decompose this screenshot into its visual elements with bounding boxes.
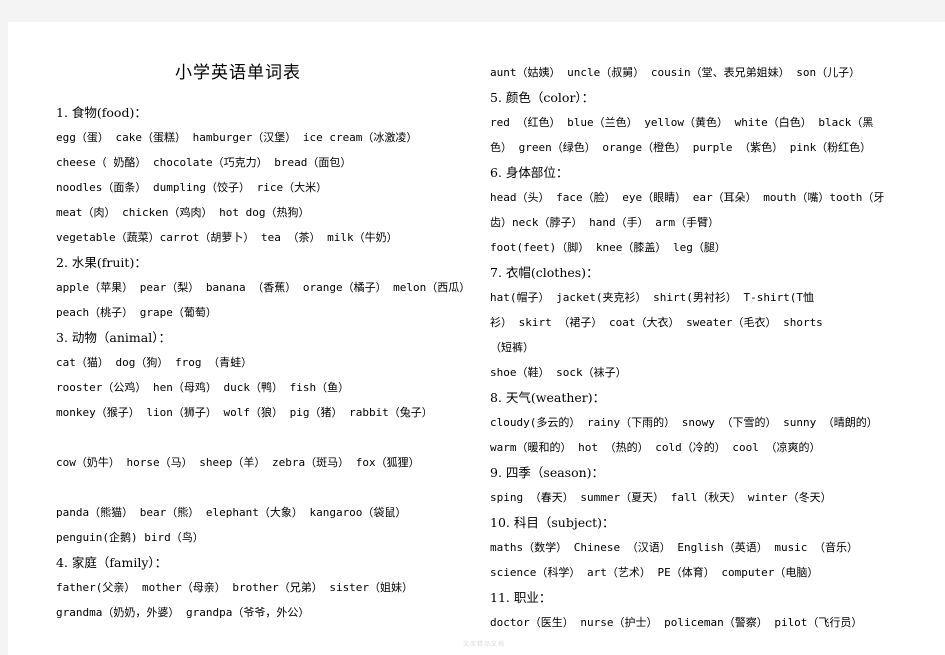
word-line: noodles（面条） dumpling（饺子） rice（大米） <box>56 181 328 194</box>
section-heading: 1. 食物(food)： <box>56 105 147 120</box>
section-heading: 6. 身体部位： <box>490 165 569 180</box>
word-line: doctor（医生） nurse（护士） policeman（警察） pilot… <box>490 616 863 629</box>
word-line: 色） green（绿色） orange（橙色） purple （紫色） pink… <box>490 141 872 154</box>
document-sheet: 小学英语单词表 1. 食物(food)： egg（蛋） cake（蛋糕） hamb… <box>8 22 945 655</box>
word-line: red （红色） blue（兰色） yellow（黄色） white（白色） b… <box>490 116 874 129</box>
watermark-text: 文库精品文档 <box>463 641 506 648</box>
section-heading: 11. 职业： <box>490 590 552 605</box>
section-heading: 5. 颜色（color）： <box>490 90 595 105</box>
word-line: egg（蛋） cake（蛋糕） hamburger（汉堡） ice cream（… <box>56 131 418 144</box>
word-line: penguin(企鹅) bird（鸟） <box>56 531 204 544</box>
word-line: shoe（鞋） sock（袜子） <box>490 366 627 379</box>
word-line: apple（苹果） pear（梨） banana （香蕉） orange（橘子）… <box>56 281 471 294</box>
word-line: rooster（公鸡） hen（母鸡） duck（鸭） fish（鱼） <box>56 381 350 394</box>
word-line: cat（猫） dog（狗） frog （青蛙） <box>56 356 253 369</box>
word-line: monkey（猴子） lion（狮子） wolf（狼） pig（猪） rabbi… <box>56 406 433 419</box>
word-line: cow（奶牛） horse（马） sheep（羊） zebra（斑马） fox（… <box>56 456 420 469</box>
word-line: meat（肉） chicken（鸡肉） hot dog（热狗） <box>56 206 310 219</box>
word-line: warm（暖和的） hot （热的） cold（冷的） cool （凉爽的） <box>490 441 821 454</box>
word-line: maths（数学） Chinese （汉语） English（英语） music… <box>490 541 859 554</box>
word-line: cloudy(多云的） rainy（下雨的） snowy （下雪的） sunny… <box>490 416 878 429</box>
page-background: 小学英语单词表 1. 食物(food)： egg（蛋） cake（蛋糕） hamb… <box>0 0 945 655</box>
word-line: hat(帽子） jacket(夹克衫） shirt(男衬衫） T-shirt(T… <box>490 291 815 304</box>
section-heading: 3. 动物（animal）： <box>56 330 171 345</box>
word-line: grandma（奶奶，外婆） grandpa（爷爷，外公） <box>56 606 310 619</box>
word-line: head（头） face（脸） eye（眼睛） ear（耳朵） mouth（嘴）… <box>490 191 885 204</box>
word-line: panda（熊猫） bear（熊） elephant（大象） kangaroo（… <box>56 506 407 519</box>
word-line: aunt（姑姨） uncle（叔舅） cousin（堂、表兄弟姐妹） son（儿… <box>490 66 861 79</box>
word-line: sping （春天） summer（夏天） fall（秋天） winter（冬天… <box>490 491 832 504</box>
section-heading: 9. 四季（season)： <box>490 465 605 480</box>
section-heading: 7. 衣帽(clothes)： <box>490 265 599 280</box>
word-line: science（科学） art（艺术） PE（体育） computer（电脑） <box>490 566 819 579</box>
word-line: cheese（ 奶酪） chocolate（巧克力） bread（面包） <box>56 156 352 169</box>
left-column: 1. 食物(food)： egg（蛋） cake（蛋糕） hamburger（汉堡… <box>56 22 476 625</box>
right-column: aunt（姑姨） uncle（叔舅） cousin（堂、表兄弟姐妹） son（儿… <box>490 22 920 635</box>
word-line: peach（桃子） grape（葡萄） <box>56 306 217 319</box>
word-line: （短裤） <box>490 341 534 354</box>
section-heading: 2. 水果(fruit)： <box>56 255 147 270</box>
word-line: foot(feet)（脚） knee（膝盖） leg（腿） <box>490 241 726 254</box>
word-line: father(父亲） mother（母亲） brother（兄弟） sister… <box>56 581 414 594</box>
section-heading: 10. 科目（subject)： <box>490 515 615 530</box>
section-heading: 4. 家庭（family）： <box>56 555 168 570</box>
section-heading: 8. 天气(weather)： <box>490 390 606 405</box>
word-line: 衫） skirt （裙子） coat（大衣） sweater（毛衣） short… <box>490 316 823 329</box>
word-line: 齿）neck（脖子） hand（手） arm（手臂） <box>490 216 720 229</box>
word-line: vegetable（蔬菜）carrot（胡萝卜） tea （茶） milk（牛奶… <box>56 231 398 244</box>
